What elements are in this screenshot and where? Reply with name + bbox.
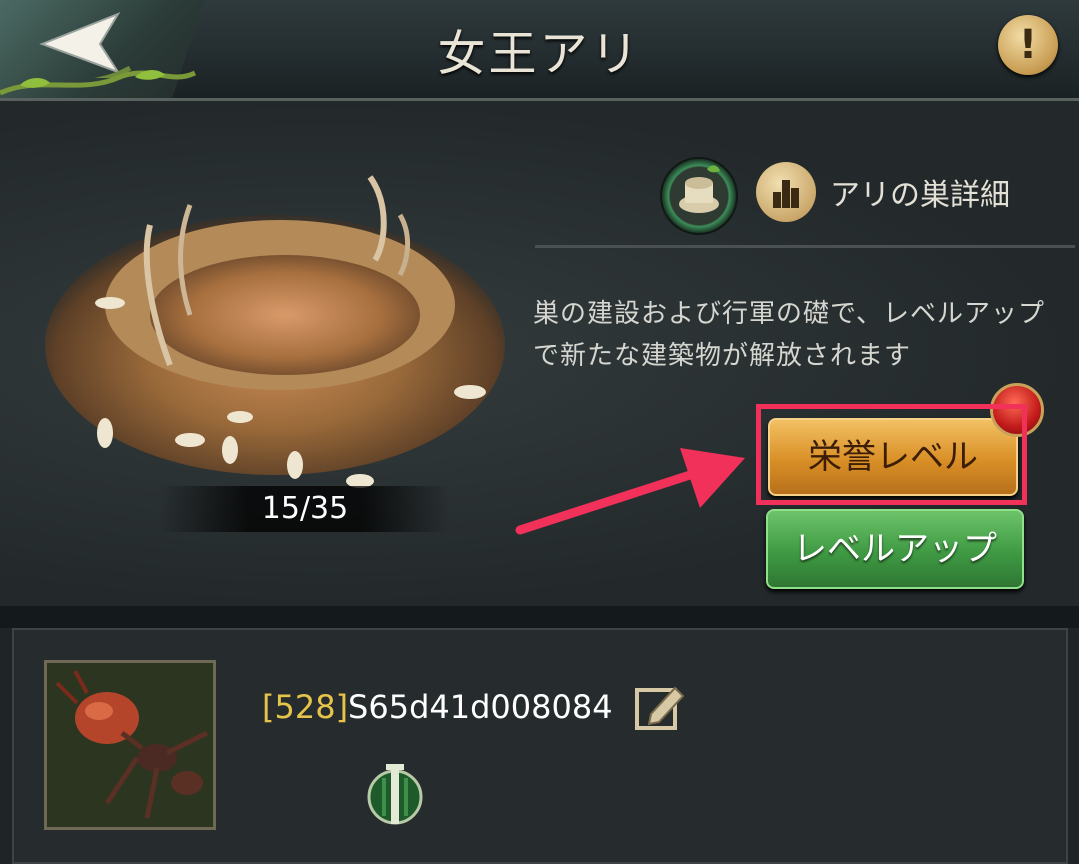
bar-chart-glyph-icon [773,180,799,208]
header-bar: 女王アリ ! [0,0,1079,101]
panel-separator [0,606,1079,628]
player-level: [528] [262,688,349,726]
exclamation-icon: ! [1018,22,1038,68]
building-description: 巣の建設および行軍の礎で、レベルアップで新たな建築物が解放されます [533,299,1045,371]
rank-badge[interactable] [362,760,428,828]
pencil-edit-icon[interactable] [633,680,687,734]
red-ant-icon [47,663,213,827]
divider [535,245,1075,248]
page-title: 女王アリ [437,26,642,82]
level-up-button[interactable]: レベルアップ [766,509,1024,589]
building-progress: 15/35 [160,486,450,532]
nest-stump-icon [679,165,720,213]
nest-detail-icon[interactable] [660,157,738,235]
player-name: S65d41d008084 [348,688,613,726]
player-identity: [528]S65d41d008084 [262,688,613,726]
pencil-edit-glyph-icon [635,686,685,730]
green-rank-badge-icon [367,764,423,825]
highlight-box [756,404,1027,505]
bar-chart-icon[interactable] [756,162,816,222]
pointer-arrow-icon [515,448,745,535]
nest-detail-link[interactable]: アリの巣詳細 [830,170,1010,214]
player-avatar[interactable] [44,660,216,830]
info-button[interactable]: ! [998,15,1058,75]
ant-nest-image [45,175,505,488]
